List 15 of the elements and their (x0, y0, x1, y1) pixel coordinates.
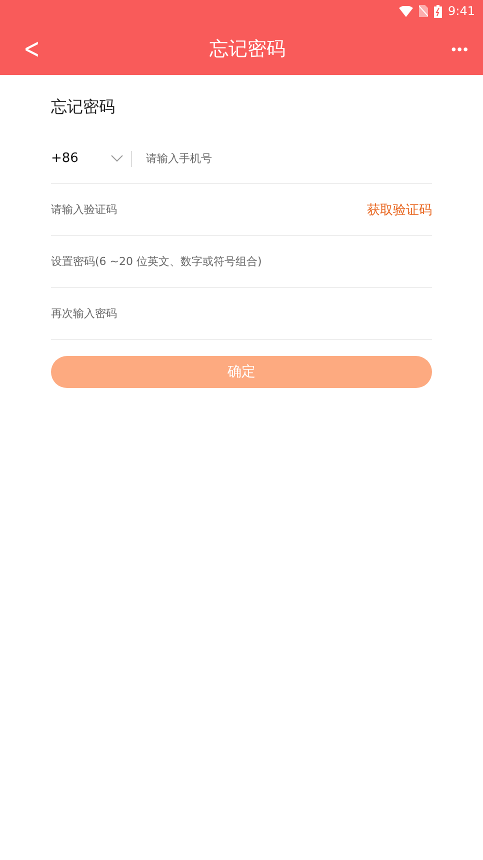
get-code-link[interactable]: 获取验证码 (367, 200, 432, 218)
wifi-icon (399, 6, 414, 16)
password-field[interactable]: 设置密码(6 ~20 位英文、数字或符号组合) (51, 255, 432, 268)
phone-field[interactable]: 请输入手机号 (146, 152, 432, 165)
status-time: 9:41 (448, 4, 475, 18)
chevron-down-icon[interactable] (111, 155, 123, 162)
more-button[interactable]: ••• (451, 40, 469, 56)
country-code[interactable]: +86 (51, 151, 111, 166)
back-button[interactable]: < (24, 34, 40, 62)
no-sim-icon (419, 5, 428, 17)
form-heading: 忘记密码 (51, 97, 116, 118)
battery-icon (434, 4, 442, 18)
code-field[interactable]: 请输入验证码 (51, 203, 367, 216)
page-title: 忘记密码 (209, 36, 286, 62)
confirm-password-field[interactable]: 再次输入密码 (51, 307, 432, 320)
